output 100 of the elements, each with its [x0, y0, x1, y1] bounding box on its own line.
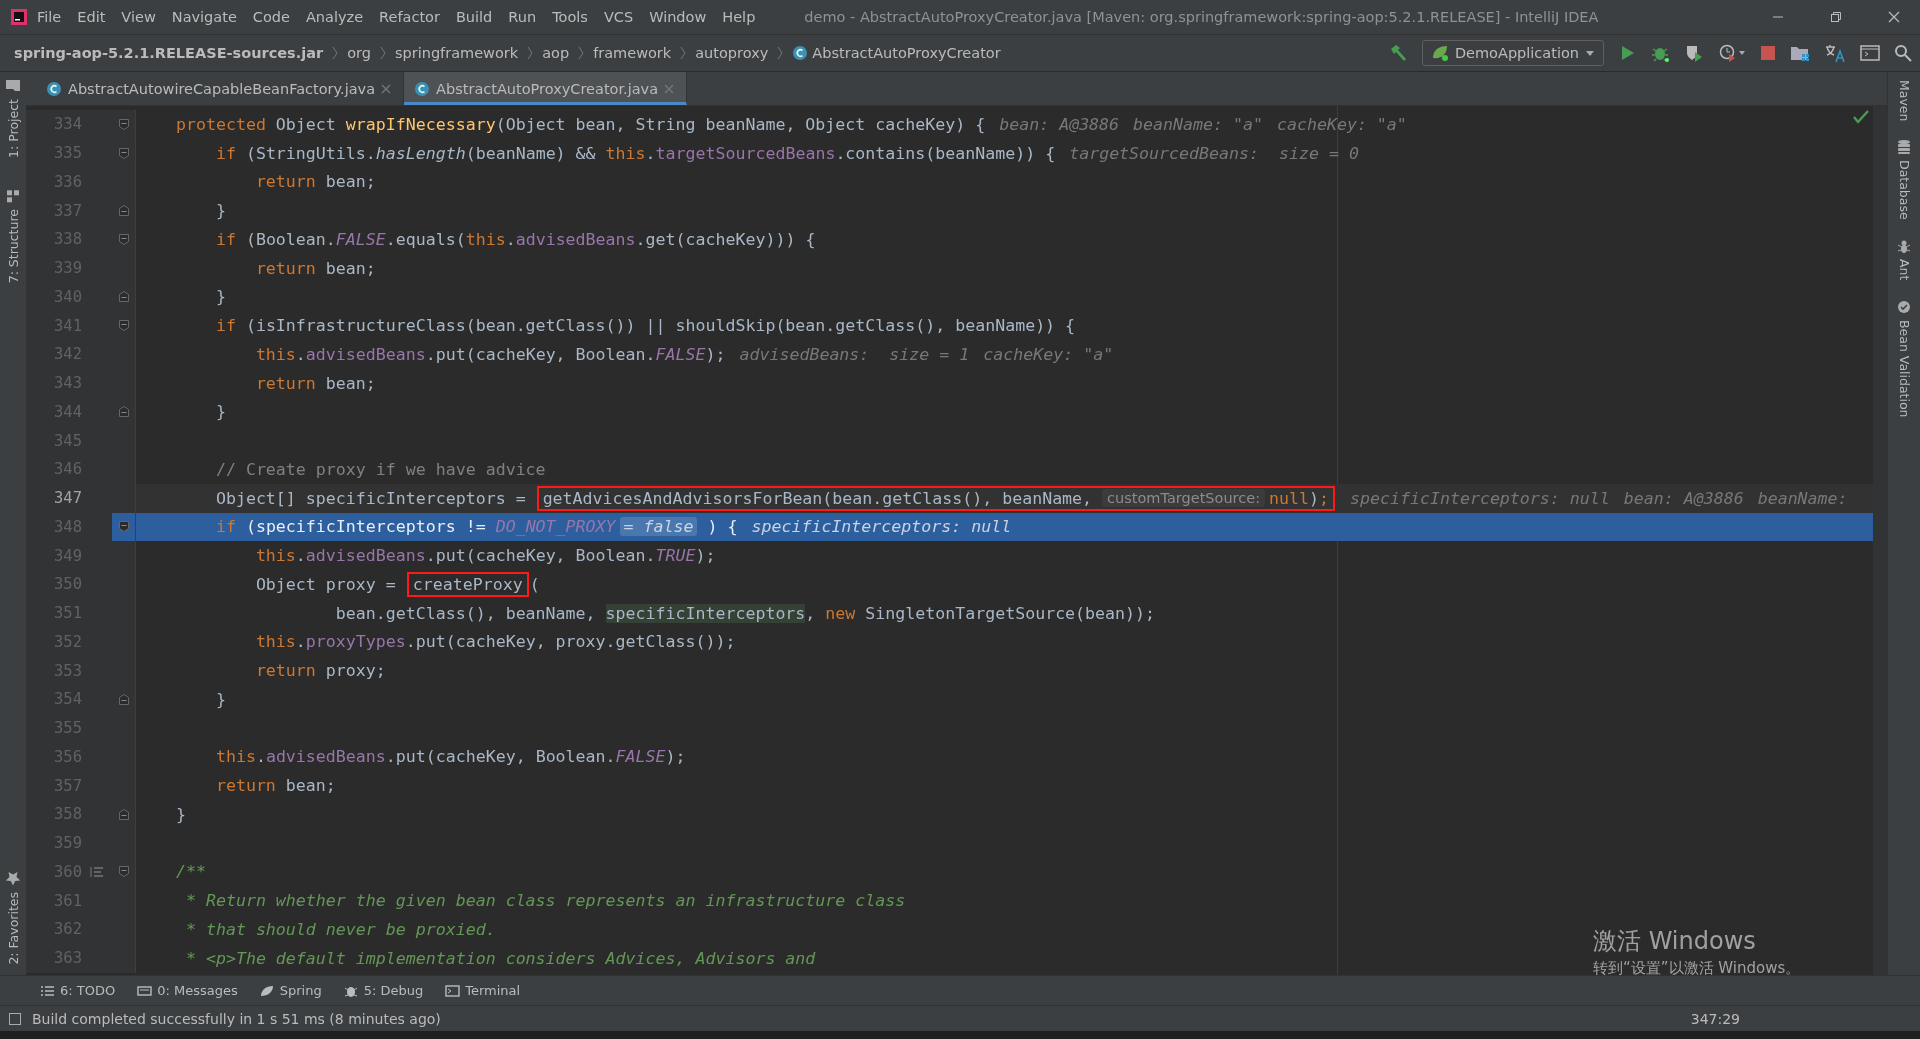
fold-marker-icon[interactable] — [117, 290, 130, 304]
code-text: getAdvicesAndAdvisorsForBean(bean.getClass(), beanName, — [542, 488, 1094, 508]
close-icon[interactable] — [381, 83, 392, 94]
tool-window-button[interactable]: Spring — [259, 983, 322, 998]
window-icon[interactable] — [1860, 44, 1880, 62]
chevron-icon — [526, 45, 535, 61]
breadcrumb-item[interactable]: org — [347, 45, 371, 61]
breadcrumb-item[interactable]: spring-aop-5.2.1.RELEASE-sources.jar — [14, 45, 324, 61]
breadcrumb-item[interactable]: aop — [542, 45, 570, 61]
code-text: bean.getClass(), beanName, specificInterceptors, new SingletonTargetSource(bean)); — [334, 603, 1156, 623]
caret-icon — [1585, 48, 1595, 58]
shield-run-icon[interactable] — [1684, 43, 1704, 63]
caret-position[interactable]: 347:29 — [1690, 1010, 1740, 1027]
close-icon[interactable] — [1888, 11, 1900, 23]
editor-tab[interactable]: AbstractAutoProxyCreator.java — [404, 72, 688, 105]
tool-window-button[interactable]: Terminal — [445, 983, 521, 998]
restore-icon[interactable] — [1830, 11, 1842, 23]
inline-debug-value: bean: A@3886 — [1623, 488, 1744, 508]
menu-item[interactable]: Tools — [545, 6, 595, 28]
code-text: * Return whether the given bean class represents an infrastructure class — [184, 891, 906, 911]
inline-value-hint: = false — [619, 517, 698, 537]
fold-marker-icon[interactable] — [117, 117, 130, 131]
code-text: if (isInfrastructureClass(bean.getClass()) || shouldSkip(bean.getClass(), beanName)) { — [214, 316, 1076, 336]
code-text: } — [214, 402, 226, 422]
run-configuration-dropdown[interactable]: DemoApplication — [1421, 40, 1604, 66]
code-text: /** — [174, 862, 206, 882]
code-text: return bean; — [214, 776, 336, 796]
chevron-icon — [679, 45, 688, 61]
structure-icon — [5, 187, 21, 204]
tool-window-button[interactable]: 5: Debug — [343, 983, 424, 998]
fold-marker-icon[interactable] — [117, 520, 130, 534]
code-text: if (StringUtils.hasLength(beanName) && this.targetSourcedBeans.contains(beanName)) { — [214, 143, 1056, 163]
tool-window-button[interactable]: 2: Favorites — [5, 871, 21, 965]
inline-debug-value: beanName: — [1757, 488, 1848, 508]
menu-item[interactable]: Edit — [70, 6, 113, 28]
window-title: demo - AbstractAutoProxyCreator.java [Maven: org.springframework:spring-aop:5.2.1.RELEASE] - IntelliJ IDEA — [804, 9, 1599, 25]
breadcrumb-item[interactable]: framework — [593, 45, 672, 61]
fold-marker-icon[interactable] — [117, 865, 130, 879]
menu-item[interactable]: File — [30, 6, 69, 28]
folder-icon — [5, 78, 21, 94]
inline-debug-value: specificInterceptors: null — [751, 517, 1012, 537]
inline-debug-value: specificInterceptors: null — [1350, 488, 1610, 508]
tool-window-button[interactable]: Ant — [1896, 238, 1912, 281]
activation-title: 激活 Windows — [1593, 926, 1757, 957]
menu-item[interactable]: Build — [448, 6, 500, 28]
tool-window-button[interactable]: 6: TODO — [40, 983, 116, 998]
tool-window-button[interactable]: 7: Structure — [5, 187, 21, 284]
line-number: 347 — [53, 489, 82, 508]
menu-item[interactable]: View — [114, 6, 163, 28]
fold-marker-icon[interactable] — [117, 807, 130, 821]
folder-grid-icon[interactable] — [1790, 44, 1810, 62]
class-icon — [46, 80, 62, 97]
clock-run-icon[interactable] — [1718, 43, 1746, 63]
tool-window-button[interactable]: Maven — [1896, 80, 1912, 122]
messages-icon — [137, 983, 153, 998]
search-icon[interactable] — [1894, 44, 1912, 62]
inline-debug-value: bean: A@3886 — [999, 114, 1120, 134]
star-icon — [5, 871, 21, 888]
tool-window-button[interactable]: Bean Validation — [1896, 298, 1912, 418]
fold-marker-icon[interactable] — [117, 232, 130, 246]
breadcrumb-item[interactable]: springframework — [394, 45, 519, 61]
fold-marker-icon[interactable] — [117, 146, 130, 160]
status-message: Build completed successfully in 1 s 51 ms (8 minutes ago) — [32, 1010, 441, 1027]
code-text: // Create proxy if we have advice — [214, 459, 546, 479]
tool-window-button[interactable]: 1: Project — [5, 78, 21, 158]
menu-item[interactable]: Navigate — [164, 6, 244, 28]
inline-debug-value: targetSourcedBeans: size = 0 — [1069, 143, 1359, 163]
fold-marker-icon[interactable] — [117, 405, 130, 419]
stop-icon[interactable] — [1760, 45, 1776, 61]
list-icon — [40, 983, 55, 998]
menu-item[interactable]: Code — [245, 6, 297, 28]
translate-icon[interactable] — [1824, 43, 1846, 63]
fold-marker-icon[interactable] — [117, 204, 130, 218]
fold-marker-icon[interactable] — [117, 692, 130, 706]
code-text: } — [214, 287, 226, 307]
menu-item[interactable]: VCS — [596, 6, 641, 28]
menu-item[interactable]: Help — [715, 6, 763, 28]
ant-icon — [1896, 238, 1912, 255]
square-icon[interactable] — [8, 1011, 22, 1026]
fold-marker-icon[interactable] — [117, 319, 130, 333]
code-text: null); — [1269, 488, 1329, 508]
breadcrumb-item[interactable]: autoproxy — [695, 45, 769, 61]
code-text: Object proxy = — [254, 574, 397, 594]
breadcrumb-item[interactable]: AbstractAutoProxyCreator — [792, 45, 1001, 61]
terminal-icon — [445, 983, 461, 998]
menu-item[interactable]: Refactor — [372, 6, 447, 28]
chevron-icon — [577, 45, 586, 61]
code-text: ( — [529, 574, 540, 594]
menu-item[interactable]: Window — [642, 6, 714, 28]
tool-window-button[interactable]: 0: Messages — [137, 983, 238, 998]
menu-item[interactable]: Run — [501, 6, 544, 28]
inline-debug-value: beanName: "a" — [1133, 114, 1263, 134]
code-text: } — [214, 201, 226, 221]
lines-icon[interactable] — [90, 865, 104, 878]
chevron-icon — [776, 45, 785, 61]
tool-window-button[interactable]: Database — [1896, 139, 1912, 221]
menu-item[interactable]: Analyze — [298, 6, 371, 28]
code-text: this.advisedBeans.put(cacheKey, Boolean.FALSE); — [254, 344, 726, 364]
code-text: Object[] specificInterceptors = — [214, 488, 527, 508]
code-text: createProxy — [412, 574, 523, 594]
